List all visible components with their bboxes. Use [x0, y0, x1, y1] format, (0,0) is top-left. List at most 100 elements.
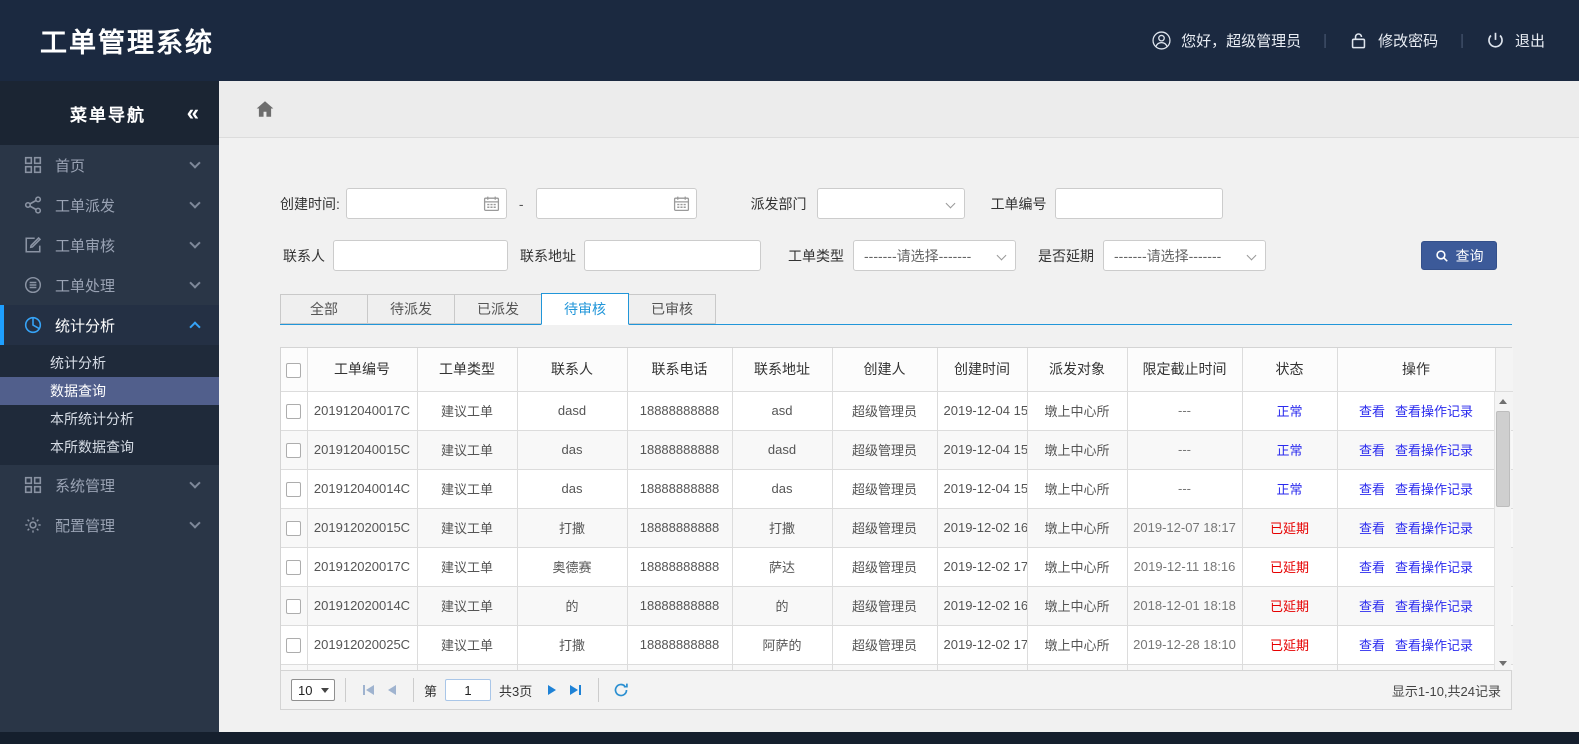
app-window: 工单管理系统 您好，超级管理员 | 修改密码 | 退出 菜单导航 « 首页 工单… [0, 0, 1579, 744]
power-icon [1486, 31, 1505, 50]
home-icon[interactable] [255, 99, 275, 119]
sidebar-subitem[interactable]: 数据查询 [0, 377, 219, 405]
table-row: 201912020025C 建议工单 打撒 18888888888 阿萨的 超级管理员 20… [281, 625, 1513, 665]
sidebar-item[interactable]: 首页 [0, 145, 219, 185]
view-log-link[interactable]: 查看操作记录 [1395, 443, 1473, 458]
row-checkbox[interactable] [286, 403, 302, 419]
page-size-select[interactable]: 10 [291, 679, 335, 701]
sidebar-subitem[interactable]: 本所统计分析 [0, 405, 219, 433]
is-delayed-select[interactable]: -------请选择------- [1103, 240, 1266, 271]
view-log-link[interactable]: 查看操作记录 [1395, 638, 1473, 653]
separator: | [1460, 32, 1464, 49]
is-delayed-label: 是否延期 [1038, 247, 1094, 264]
footer-bar [0, 732, 1579, 744]
table-scrollbar[interactable] [1494, 392, 1511, 672]
row-checkbox[interactable] [286, 598, 302, 614]
column-header: 联系地址 [732, 348, 833, 392]
view-log-link[interactable]: 查看操作记录 [1395, 521, 1473, 536]
create-time-end-wrap [535, 188, 697, 219]
prev-page-button[interactable] [388, 685, 396, 695]
row-checkbox[interactable] [286, 520, 302, 536]
tab[interactable]: 已派发 [454, 294, 542, 324]
cell-order-no: 201912020014C [307, 586, 418, 626]
chevron-icon [189, 277, 201, 289]
edit-icon [24, 236, 42, 254]
sidebar-subitem[interactable]: 本所数据查询 [0, 433, 219, 461]
calendar-icon[interactable] [483, 195, 500, 212]
order-type-select[interactable]: -------请选择------- [853, 240, 1016, 271]
sidebar-collapse-icon[interactable]: « [187, 102, 199, 124]
sidebar-item[interactable]: 工单派发 [0, 185, 219, 225]
view-link[interactable]: 查看 [1359, 482, 1385, 497]
cell-address: dasd [732, 430, 833, 470]
dispatch-dept-select[interactable] [816, 188, 965, 219]
logout-button[interactable]: 退出 [1486, 30, 1545, 51]
calendar-icon[interactable] [673, 195, 690, 212]
next-page-button[interactable] [548, 685, 557, 695]
scrollbar-thumb[interactable] [1496, 411, 1510, 507]
sidebar-item[interactable]: 系统管理 [0, 465, 219, 505]
user-icon [1152, 31, 1171, 50]
page-prefix-label: 第 [424, 683, 438, 699]
search-button-label: 查询 [1455, 247, 1484, 264]
cell-target: 墩上中心所 [1027, 625, 1128, 665]
cell-order-no: 201912040014C [307, 469, 418, 509]
scroll-down-arrow-icon[interactable] [1495, 655, 1511, 671]
pagination-bar: 10 第 共3页 显示1-10,共24记录 [280, 670, 1512, 710]
first-page-button[interactable] [363, 685, 374, 695]
tab[interactable]: 全部 [280, 294, 368, 324]
sidebar-submenu: 统计分析 数据查询 本所统计分析 本所数据查询 [0, 345, 219, 465]
sidebar-item[interactable]: 配置管理 [0, 505, 219, 545]
row-checkbox[interactable] [286, 481, 302, 497]
order-no-input[interactable] [1054, 188, 1223, 219]
sidebar-item[interactable]: 工单处理 [0, 265, 219, 305]
view-log-link[interactable]: 查看操作记录 [1395, 599, 1473, 614]
view-link[interactable]: 查看 [1359, 443, 1385, 458]
row-checkbox[interactable] [286, 442, 302, 458]
column-header: 操作 [1337, 348, 1496, 392]
view-log-link[interactable]: 查看操作记录 [1395, 482, 1473, 497]
table-row: 201912020014C 建议工单的 18888888888 的超级管理员 2019-… [281, 586, 1513, 626]
is-delayed-value: -------请选择------- [1114, 247, 1222, 264]
cell-phone: 18888888888 [627, 508, 733, 548]
sidebar-item[interactable]: 统计分析 [0, 305, 219, 345]
view-link[interactable]: 查看 [1359, 521, 1385, 536]
select-all-checkbox[interactable] [286, 362, 302, 378]
cell-contact: 的 [517, 586, 628, 626]
status-badge: 已延期 [1242, 586, 1338, 626]
cell-target: 墩上中心所 [1027, 391, 1128, 431]
change-password-button[interactable]: 修改密码 [1349, 30, 1438, 51]
chevron-icon [189, 477, 201, 489]
tab[interactable]: 已审核 [628, 294, 716, 324]
scroll-up-arrow-icon[interactable] [1495, 393, 1511, 409]
status-tabs: 全部 待派发 已派发 待审核 已审核 [280, 293, 1512, 325]
address-input[interactable] [584, 240, 761, 271]
view-link[interactable]: 查看 [1359, 599, 1385, 614]
order-type-value: -------请选择------- [864, 247, 972, 264]
sidebar-item-label: 工单处理 [55, 277, 116, 295]
contact-input[interactable] [333, 240, 508, 271]
view-log-link[interactable]: 查看操作记录 [1395, 404, 1473, 419]
view-link[interactable]: 查看 [1359, 404, 1385, 419]
chevron-icon [189, 157, 201, 169]
refresh-icon[interactable] [613, 682, 629, 698]
cell-deadline: --- [1127, 430, 1243, 470]
search-button[interactable]: 查询 [1421, 241, 1497, 270]
view-log-link[interactable]: 查看操作记录 [1395, 560, 1473, 575]
tab[interactable]: 待派发 [367, 294, 455, 324]
row-checkbox[interactable] [286, 637, 302, 653]
sidebar-subitem[interactable]: 统计分析 [0, 349, 219, 377]
cell-order-no: 201912020025C [307, 625, 418, 665]
row-checkbox[interactable] [286, 559, 302, 575]
page-number-input[interactable] [445, 679, 492, 701]
last-page-button[interactable] [570, 685, 582, 695]
cell-created: 2019-12-02 16 [937, 586, 1028, 626]
cell-type: 建议工单 [417, 586, 518, 626]
cell-actions: 查看 查看操作记录 [1337, 391, 1496, 431]
view-link[interactable]: 查看 [1359, 638, 1385, 653]
view-link[interactable]: 查看 [1359, 560, 1385, 575]
tab[interactable]: 待审核 [541, 293, 629, 325]
sidebar-item[interactable]: 工单审核 [0, 225, 219, 265]
column-header: 状态 [1242, 348, 1338, 392]
cell-deadline: 2019-12-11 18:16 [1127, 547, 1243, 587]
